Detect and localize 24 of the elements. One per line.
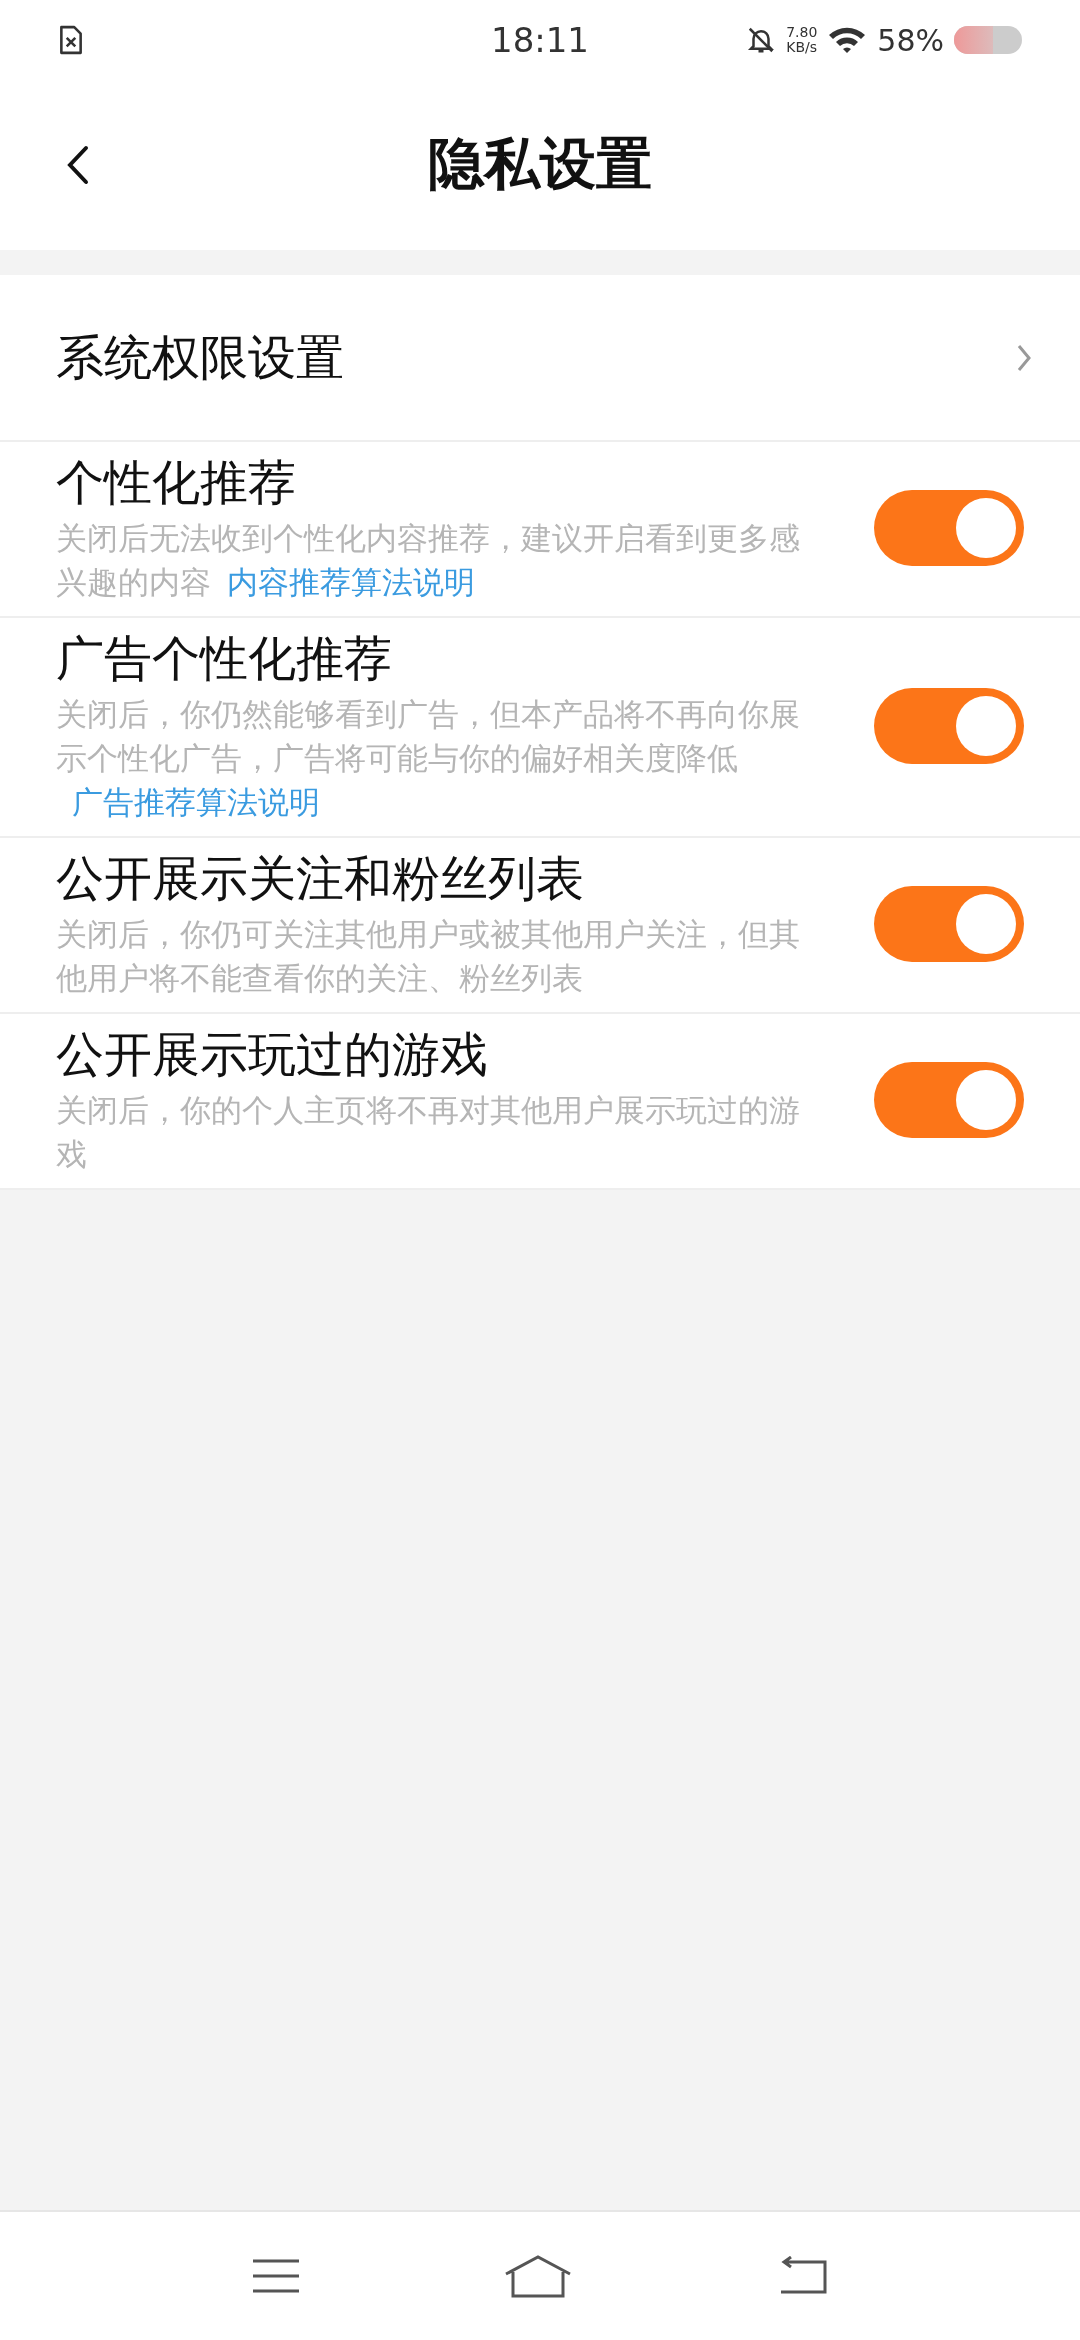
clock: 18:11 — [491, 20, 589, 60]
setting-description: 关闭后无法收到个性化内容推荐，建议开启看到更多感兴趣的内容 内容推荐算法说明 — [56, 519, 801, 602]
row-label: 系统权限设置 — [56, 327, 344, 387]
setting-description: 关闭后，你仍然能够看到广告，但本产品将不再向你展示个性化广告，广告将可能与你的偏好相关度降低 广告推荐算法说明 — [56, 695, 801, 822]
back-icon[interactable] — [66, 145, 90, 185]
chevron-right-icon — [1016, 342, 1032, 373]
battery-icon — [954, 26, 1022, 54]
setting-description: 关闭后，你的个人主页将不再对其他用户展示玩过的游戏 — [56, 1091, 801, 1174]
sim-error-icon — [58, 25, 84, 55]
setting-description: 关闭后，你仍可关注其他用户或被其他用户关注，但其他用户将不能查看你的关注、粉丝列表 — [56, 915, 801, 998]
setting-title: 公开展示玩过的游戏 — [56, 1025, 489, 1084]
network-speed: 7.80 — [786, 24, 818, 40]
wifi-icon — [827, 25, 868, 55]
system-permission-row[interactable]: 系统权限设置 — [0, 275, 1080, 442]
algorithm-link[interactable]: 广告推荐算法说明 — [72, 784, 320, 820]
setting-title: 公开展示关注和粉丝列表 — [56, 849, 585, 908]
setting-title: 个性化推荐 — [56, 453, 297, 512]
setting-title: 广告个性化推荐 — [56, 629, 393, 688]
home-icon[interactable] — [503, 2254, 573, 2298]
algorithm-link[interactable]: 内容推荐算法说明 — [227, 564, 475, 600]
speed-unit: KB/s — [786, 40, 818, 56]
muted-bell-icon — [746, 25, 777, 55]
page-title: 隐私设置 — [428, 130, 652, 198]
battery-percent: 58% — [877, 22, 944, 58]
